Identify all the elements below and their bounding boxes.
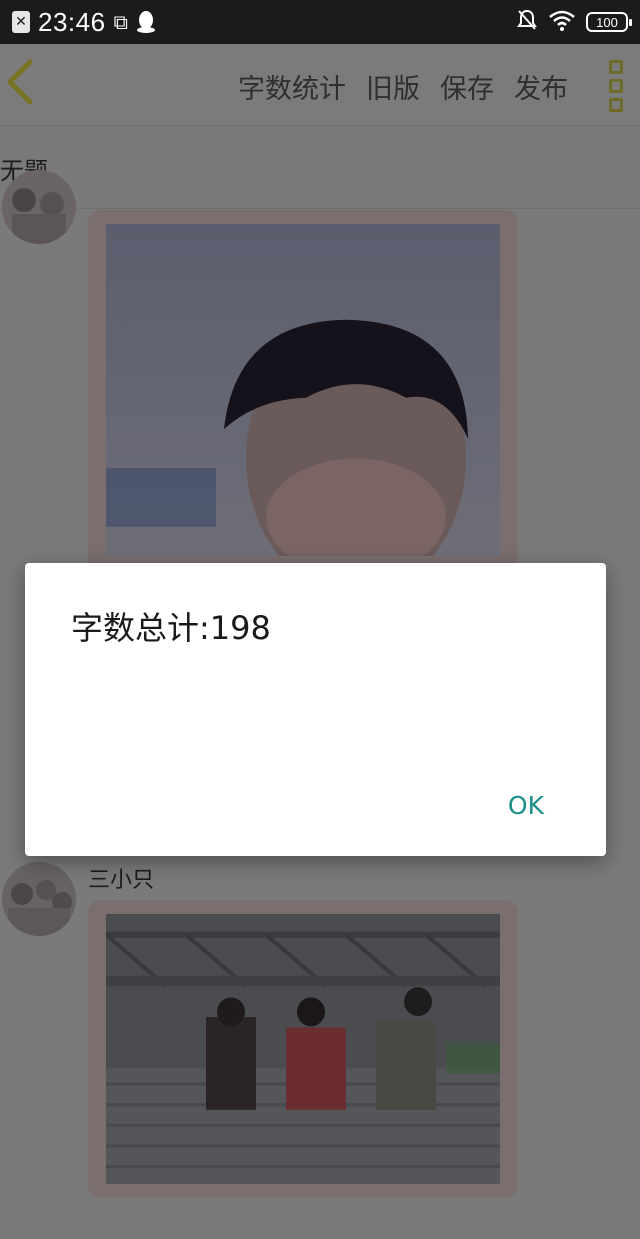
battery-level: 100 xyxy=(596,14,618,30)
wifi-icon xyxy=(548,9,576,35)
status-time: 23:46 xyxy=(38,6,106,37)
qq-penguin-icon xyxy=(136,9,156,36)
more-menu-button[interactable] xyxy=(606,60,626,112)
old-version-button[interactable]: 旧版 xyxy=(366,67,420,106)
toolbar-actions: 字数统计 旧版 保存 发布 xyxy=(238,62,568,110)
back-button[interactable] xyxy=(0,58,40,110)
save-button[interactable]: 保存 xyxy=(440,67,494,106)
toolbar: 字数统计 旧版 保存 发布 xyxy=(0,44,640,126)
post-image-bubble[interactable] xyxy=(88,210,518,596)
menu-dot-icon xyxy=(609,60,623,74)
chevron-left-icon xyxy=(6,59,34,109)
word-count-button[interactable]: 字数统计 xyxy=(238,67,346,106)
post-photo xyxy=(106,224,500,596)
status-left: ✕ 23:46 ⧉ xyxy=(12,6,156,38)
avatar[interactable] xyxy=(2,170,76,244)
dialog-message: 字数总计:198 xyxy=(71,609,271,647)
post-image-bubble[interactable] xyxy=(88,900,518,1198)
screenshot-icon: ⧉ xyxy=(113,10,128,34)
avatar[interactable] xyxy=(2,862,76,936)
word-count-dialog: 字数总计:198 OK xyxy=(25,563,606,856)
menu-dot-icon xyxy=(609,98,623,112)
close-box-icon: ✕ xyxy=(12,11,30,33)
title-row[interactable]: 无题 xyxy=(0,127,640,209)
bell-muted-icon xyxy=(516,8,538,36)
status-right: 100 xyxy=(516,6,632,38)
post-photo xyxy=(104,914,500,1184)
menu-dot-icon xyxy=(609,79,623,93)
status-bar: ✕ 23:46 ⧉ 100 xyxy=(0,0,640,44)
post-author: 三小只 xyxy=(88,868,155,893)
ok-button[interactable]: OK xyxy=(508,791,544,820)
battery-icon: 100 xyxy=(586,12,632,32)
publish-button[interactable]: 发布 xyxy=(514,67,568,106)
